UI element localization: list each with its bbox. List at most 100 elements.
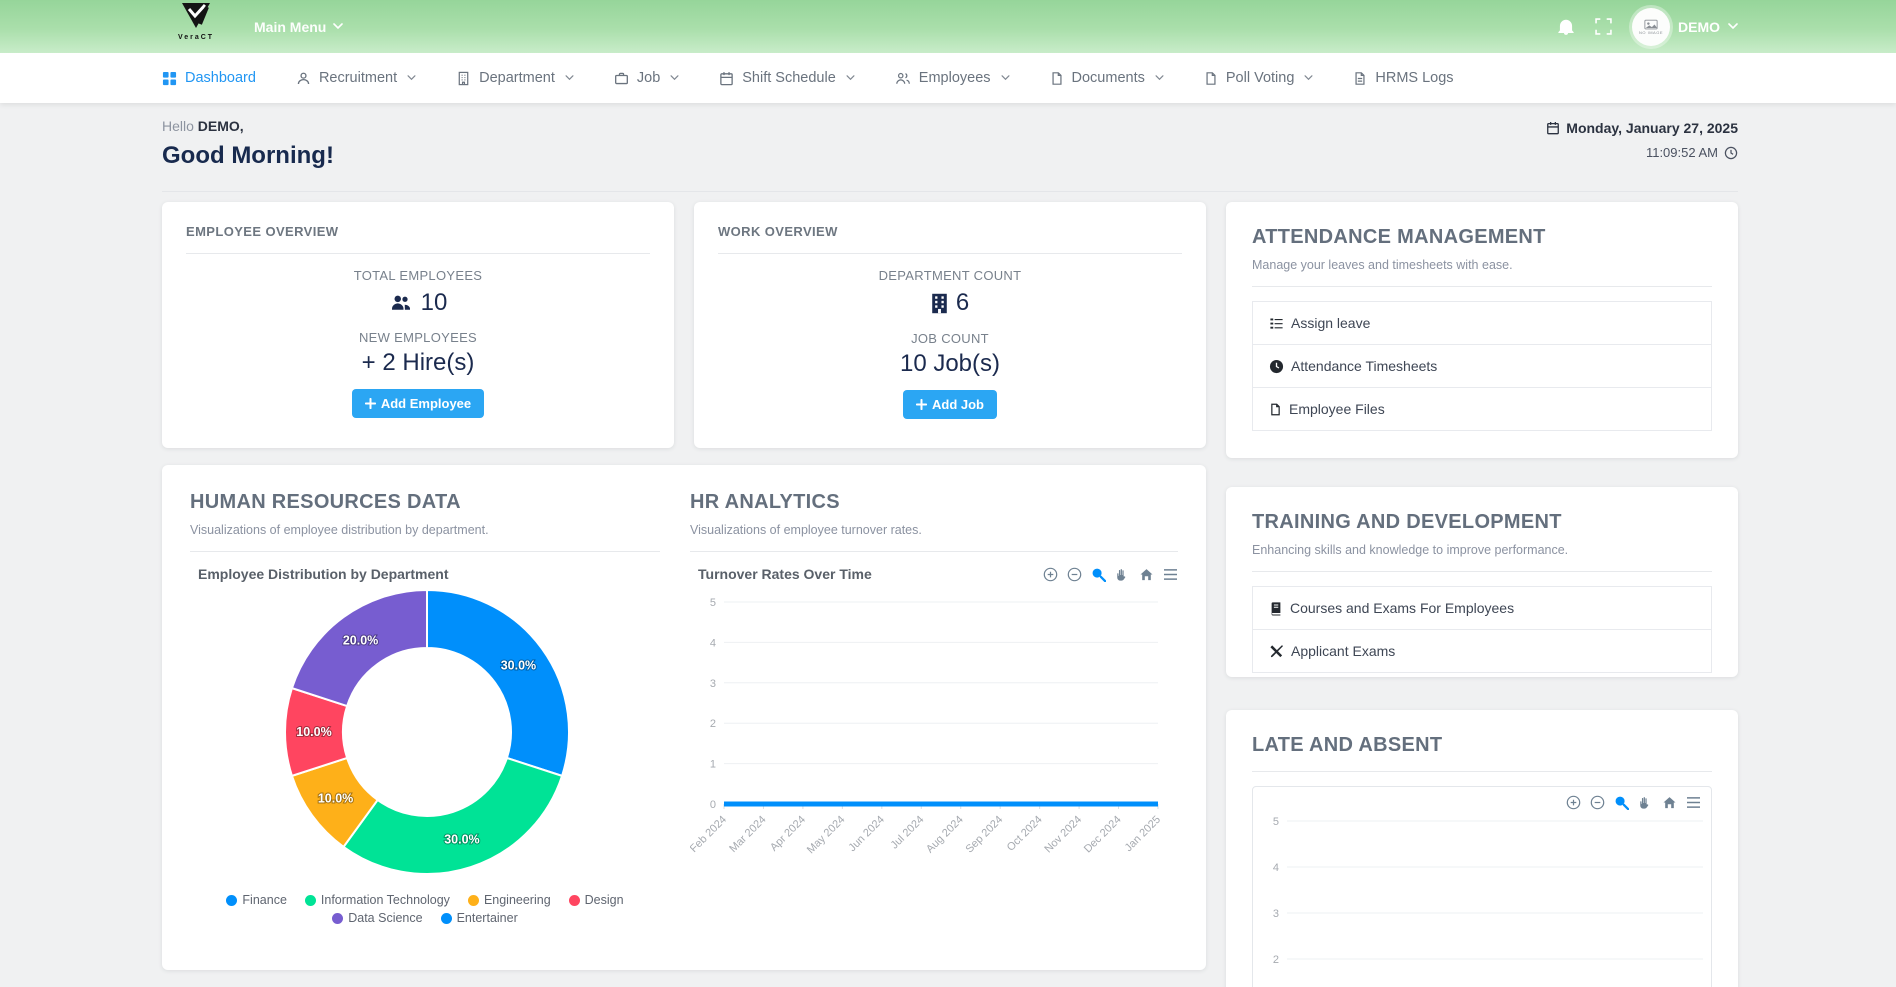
- legend-dot: [441, 913, 452, 924]
- nav-item-hrms-logs[interactable]: HRMS Logs: [1353, 70, 1453, 86]
- add-employee-button[interactable]: Add Employee: [352, 389, 484, 418]
- donut-chart-title: Employee Distribution by Department: [198, 566, 660, 582]
- greeting-block: Hello DEMO, Good Morning!: [162, 118, 334, 170]
- add-job-button[interactable]: Add Job: [903, 390, 997, 419]
- file-icon: [1269, 402, 1282, 417]
- user-menu[interactable]: NO IMAGE DEMO: [1632, 8, 1738, 46]
- document-icon: [1050, 71, 1064, 86]
- user-name: DEMO: [1678, 19, 1720, 35]
- training-subtitle: Enhancing skills and knowledge to improv…: [1252, 543, 1712, 557]
- fullscreen-icon[interactable]: [1595, 18, 1612, 35]
- selection-zoom-icon[interactable]: [1091, 567, 1106, 582]
- logo-mark-icon: [179, 2, 213, 32]
- svg-text:10.0%: 10.0%: [296, 725, 331, 739]
- late-absent-card: LATE AND ABSENT 54321: [1226, 710, 1738, 987]
- zoom-in-icon[interactable]: [1566, 795, 1581, 810]
- turnover-line-chart: 012345Feb 2024Mar 2024Apr 2024May 2024Ju…: [690, 582, 1170, 882]
- late-absent-chart: 54321: [1253, 795, 1711, 987]
- datetime-block: Monday, January 27, 2025 11:09:52 AM: [1546, 120, 1738, 160]
- svg-text:1: 1: [710, 759, 716, 771]
- nav-item-employees[interactable]: Employees: [895, 70, 1010, 86]
- main-menu-button[interactable]: Main Menu: [254, 0, 343, 53]
- zoom-out-icon[interactable]: [1590, 795, 1605, 810]
- hr-analytics-column: HR ANALYTICS Visualizations of employee …: [690, 491, 1178, 887]
- hr-data-analytics-card: HUMAN RESOURCES DATA Visualizations of e…: [162, 465, 1206, 970]
- chart-toolbar: [1043, 567, 1178, 582]
- legend-item[interactable]: Finance: [226, 893, 286, 907]
- nav-item-recruitment[interactable]: Recruitment: [296, 70, 416, 86]
- zoom-in-icon[interactable]: [1043, 567, 1058, 582]
- briefcase-icon: [614, 71, 629, 86]
- nav-item-department[interactable]: Department: [456, 70, 574, 86]
- line-chart-title: Turnover Rates Over Time: [698, 566, 872, 582]
- legend-item[interactable]: Entertainer: [441, 911, 518, 925]
- notifications-bell-icon[interactable]: [1557, 18, 1575, 36]
- legend-dot: [569, 895, 580, 906]
- legend-label: Engineering: [484, 893, 551, 907]
- avatar-placeholder-text: NO IMAGE: [1639, 30, 1663, 35]
- department-count-value: 6: [956, 289, 969, 317]
- greeting-user-name: DEMO,: [198, 118, 244, 134]
- svg-text:4: 4: [1273, 862, 1279, 874]
- svg-text:3: 3: [710, 678, 716, 690]
- chevron-down-icon: [333, 23, 343, 30]
- legend-item[interactable]: Data Science: [332, 911, 422, 925]
- panning-hand-icon[interactable]: [1638, 795, 1653, 810]
- nav-label: Job: [637, 70, 660, 86]
- reset-home-icon[interactable]: [1662, 795, 1677, 810]
- greeting-message: Good Morning!: [162, 142, 334, 170]
- person-icon: [296, 71, 311, 86]
- clock-solid-icon: [1269, 359, 1284, 374]
- nav-label: Poll Voting: [1226, 70, 1295, 86]
- current-date-text: Monday, January 27, 2025: [1566, 120, 1738, 136]
- current-time: 11:09:52 AM: [1546, 145, 1738, 160]
- clock-icon: [1724, 146, 1738, 160]
- menu-icon[interactable]: [1686, 796, 1701, 809]
- nav-item-poll-voting[interactable]: Poll Voting: [1204, 70, 1314, 86]
- zoom-out-icon[interactable]: [1067, 567, 1082, 582]
- new-employees-label: NEW EMPLOYEES: [186, 330, 650, 345]
- nav-item-job[interactable]: Job: [614, 70, 679, 86]
- assign-leave-item[interactable]: Assign leave: [1252, 301, 1712, 345]
- nav-item-dashboard[interactable]: Dashboard: [162, 70, 256, 86]
- employee-overview-card: EMPLOYEE OVERVIEW TOTAL EMPLOYEES 10 NEW…: [162, 202, 674, 448]
- svg-text:Aug 2024: Aug 2024: [924, 814, 966, 856]
- chart-toolbar: [1566, 795, 1701, 810]
- calendar-icon: [719, 71, 734, 86]
- document-icon: [1204, 71, 1218, 86]
- selection-zoom-icon[interactable]: [1614, 795, 1629, 810]
- app-logo[interactable]: VeraCT: [168, 2, 224, 41]
- current-date: Monday, January 27, 2025: [1546, 120, 1738, 136]
- panning-hand-icon[interactable]: [1115, 567, 1130, 582]
- nav-label: Recruitment: [319, 70, 397, 86]
- employee-files-item[interactable]: Employee Files: [1252, 388, 1712, 431]
- legend-item[interactable]: Information Technology: [305, 893, 450, 907]
- greeting-hello: Hello DEMO,: [162, 118, 334, 134]
- attendance-subtitle: Manage your leaves and timesheets with e…: [1252, 258, 1712, 272]
- header-divider: [162, 191, 1738, 192]
- nav-item-shift-schedule[interactable]: Shift Schedule: [719, 70, 855, 86]
- legend-item[interactable]: Design: [569, 893, 624, 907]
- late-absent-title: LATE AND ABSENT: [1252, 734, 1712, 757]
- chevron-down-icon: [670, 75, 679, 81]
- building-solid-icon: [931, 293, 948, 314]
- add-employee-label: Add Employee: [381, 396, 471, 411]
- svg-text:30.0%: 30.0%: [444, 832, 479, 846]
- hr-data-subtitle: Visualizations of employee distribution …: [190, 523, 660, 537]
- employee-overview-title: EMPLOYEE OVERVIEW: [186, 224, 650, 239]
- tools-icon: [1269, 644, 1284, 659]
- menu-icon[interactable]: [1163, 568, 1178, 581]
- nav-label: Dashboard: [185, 70, 256, 86]
- book-icon: [1269, 601, 1283, 616]
- nav-item-documents[interactable]: Documents: [1050, 70, 1164, 86]
- applicant-exams-item[interactable]: Applicant Exams: [1252, 630, 1712, 673]
- courses-exams-item[interactable]: Courses and Exams For Employees: [1252, 586, 1712, 630]
- attendance-management-card: ATTENDANCE MANAGEMENT Manage your leaves…: [1226, 202, 1738, 458]
- legend-item[interactable]: Engineering: [468, 893, 551, 907]
- reset-home-icon[interactable]: [1139, 567, 1154, 582]
- svg-text:May 2024: May 2024: [805, 814, 848, 857]
- chevron-down-icon: [1001, 75, 1010, 81]
- legend-dot: [332, 913, 343, 924]
- attendance-timesheets-item[interactable]: Attendance Timesheets: [1252, 345, 1712, 388]
- logo-text: VeraCT: [168, 34, 224, 41]
